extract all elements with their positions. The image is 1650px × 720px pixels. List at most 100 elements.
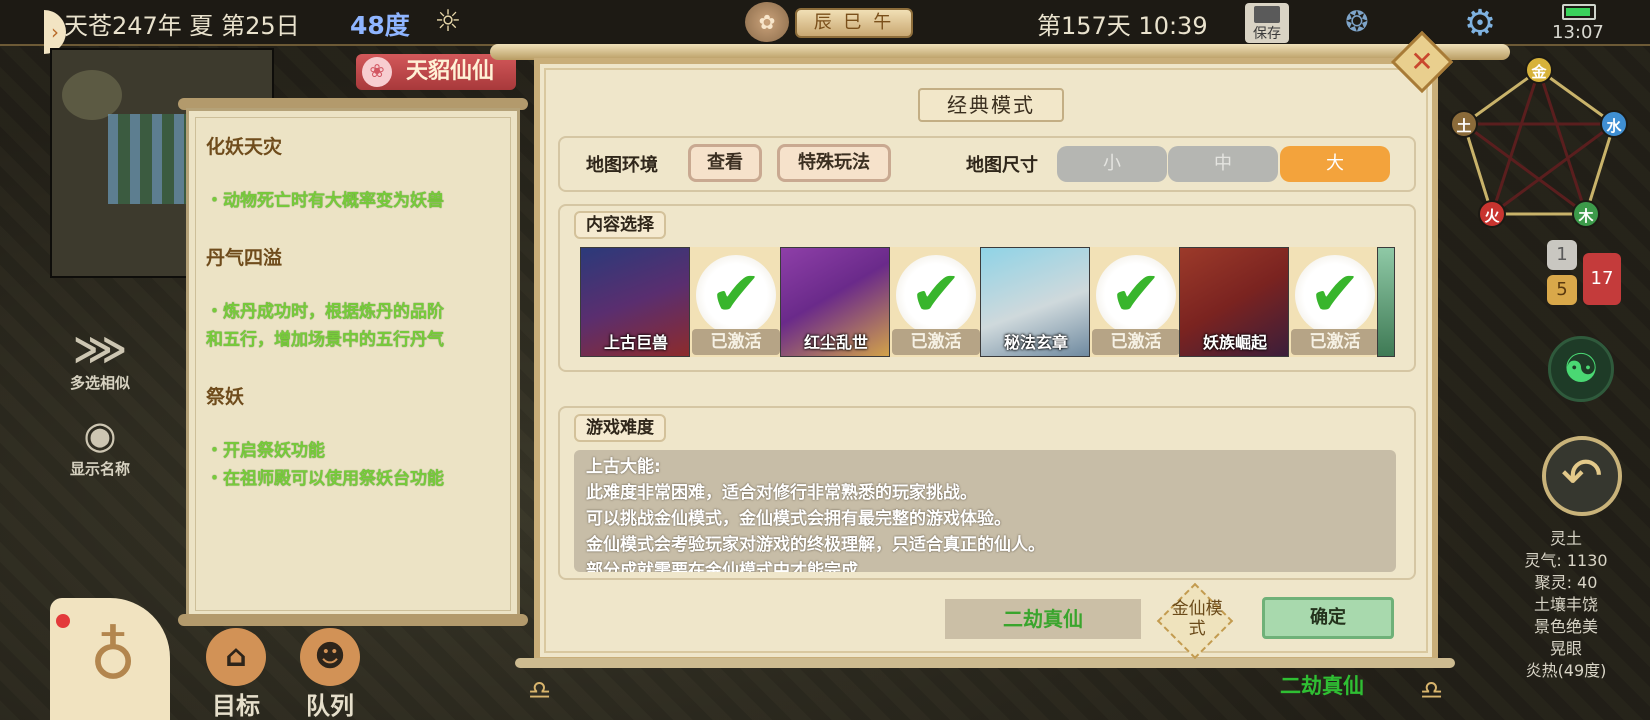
- size-small-button[interactable]: 小: [1057, 146, 1167, 182]
- multi-select-label: 多选相似: [69, 374, 130, 392]
- team-label: 队列: [306, 692, 354, 720]
- target-label: 目标: [212, 692, 260, 720]
- tile-heat: 炎热(49度): [1525, 661, 1607, 680]
- paw-icon: ❀: [362, 57, 392, 87]
- show-names-button[interactable]: ◉ 显示名称: [55, 412, 145, 479]
- gourd-icon: ♁: [89, 620, 137, 694]
- map-env-label: 地图环境: [586, 155, 658, 176]
- multi-select-button[interactable]: ⋙ 多选相似: [55, 326, 145, 393]
- five-elements-lines: [1459, 68, 1619, 218]
- content-card[interactable]: 红尘乱世 ✔ 已激活: [780, 247, 980, 359]
- size-large-button[interactable]: 大: [1280, 146, 1390, 182]
- demon-rise-art: 妖族崛起: [1179, 247, 1289, 357]
- confirm-button[interactable]: 确定: [1262, 597, 1394, 639]
- chat-count-red[interactable]: 17: [1583, 253, 1621, 305]
- hours-banner: 辰 巳 午: [795, 8, 913, 38]
- battery-icon: [1562, 4, 1596, 20]
- people-icon: ☻: [300, 628, 360, 686]
- size-medium-button[interactable]: 中: [1168, 146, 1278, 182]
- close-icon: ✕: [1410, 45, 1434, 78]
- day-time: 第157天 10:39: [1037, 12, 1208, 40]
- desc-line: 此难度非常困难，适合对修行非常熟悉的玩家挑战。: [586, 483, 977, 503]
- pet-name: 天貂仙仙: [406, 59, 495, 84]
- card-name: 妖族崛起: [1202, 333, 1267, 352]
- partial-card-art[interactable]: [1377, 247, 1395, 357]
- secret-art-art: 秘法玄章: [980, 247, 1090, 357]
- bell-icon: ♎: [528, 676, 552, 706]
- element-metal: 金: [1525, 56, 1553, 84]
- card-name: 红尘乱世: [803, 333, 868, 352]
- difficulty-select-button[interactable]: 二劫真仙: [945, 599, 1141, 639]
- save-label: 保存: [1253, 26, 1281, 42]
- tile-gather: 聚灵: 40: [1534, 573, 1598, 592]
- section-title: 丹气四溢: [206, 247, 283, 269]
- terrain-blob: [62, 70, 122, 120]
- hour-indicator: ✿ 辰 巳 午: [745, 2, 925, 42]
- tile-glare: 晃眼: [1549, 639, 1582, 658]
- house-icon: ⌂: [206, 628, 266, 686]
- return-arrow-icon[interactable]: ↶: [1542, 436, 1622, 516]
- element-earth: 土: [1450, 110, 1478, 138]
- dialog-title: 经典模式: [918, 88, 1064, 122]
- feature-scroll-panel: 化妖天灾 ・动物死亡时有大概率变为妖兽 丹气四溢 ・炼丹成功时，根据炼丹的品阶 …: [186, 108, 520, 620]
- lotus-icon: ✿: [745, 2, 789, 42]
- taiji-icon[interactable]: ☯: [1548, 336, 1614, 402]
- content-card[interactable]: 妖族崛起 ✔ 已激活: [1179, 247, 1379, 359]
- five-elements-wheel[interactable]: 金 水 木 火 土: [1446, 56, 1646, 236]
- desc-line: 可以挑战金仙模式，金仙模式会拥有最完整的游戏体验。: [586, 509, 1011, 529]
- card-status: 已激活: [1092, 329, 1180, 355]
- ancient-beast-art: 上古巨兽: [580, 247, 690, 357]
- team-button[interactable]: ☻ 队列: [292, 628, 368, 720]
- mortal-chaos-art: 红尘乱世: [780, 247, 890, 357]
- card-status: 已激活: [1291, 329, 1379, 355]
- eye-icon: ◉: [83, 413, 117, 457]
- element-fire: 火: [1478, 200, 1506, 228]
- jinxian-mode-label: 金仙模式: [1171, 598, 1223, 639]
- weather-sun-icon: ☼: [434, 4, 462, 39]
- show-names-label: 显示名称: [69, 460, 130, 478]
- game-date: 天苍247年 夏 第25日: [64, 12, 300, 40]
- scroll-rod-bottom: [178, 614, 528, 626]
- desc-line: 部分成就需要在金仙模式中才能完成: [586, 561, 858, 572]
- floppy-disk-icon: [1254, 6, 1280, 23]
- map-size-label: 地图尺寸: [966, 155, 1038, 176]
- special-play-button[interactable]: 特殊玩法: [777, 144, 891, 182]
- section-line: 和五行，增加场景中的五行丹气: [206, 330, 444, 350]
- save-button[interactable]: 保存: [1245, 3, 1289, 43]
- chat-count-yellow[interactable]: 5: [1547, 275, 1577, 305]
- section-line: ・炼丹成功时，根据炼丹的品阶: [206, 302, 444, 322]
- section-line: ・动物死亡时有大概率变为妖兽: [206, 191, 444, 211]
- gourd-panel[interactable]: ♁: [50, 598, 170, 720]
- section-line: ・在祖师殿可以使用祭妖台功能: [206, 469, 444, 489]
- checkmark-icon: ✔: [910, 257, 962, 330]
- gear-icon[interactable]: ⚙: [1460, 4, 1500, 44]
- temperature: 48度: [350, 11, 410, 40]
- current-difficulty: 二劫真仙: [1280, 674, 1364, 698]
- tile-qi: 灵气: 1130: [1524, 551, 1608, 570]
- element-wood: 木: [1572, 200, 1600, 228]
- tile-info-panel: 灵土 灵气: 1130 聚灵: 40 土壤丰饶 景色绝美 晃眼 炎热(49度): [1482, 528, 1650, 682]
- difficulty-description[interactable]: 上古大能: 此难度非常困难，适合对修行非常熟悉的玩家挑战。 可以挑战金仙模式，金…: [574, 450, 1396, 572]
- card-name: 上古巨兽: [603, 333, 668, 352]
- tile-soil: 土壤丰饶: [1533, 595, 1598, 614]
- target-button[interactable]: ⌂ 目标: [198, 628, 274, 720]
- chat-count-gray[interactable]: 1: [1547, 240, 1577, 270]
- dialog-rod-bottom: [515, 658, 1455, 668]
- notification-dot: [56, 614, 70, 628]
- card-status: 已激活: [692, 329, 780, 355]
- guardian-beast-icon[interactable]: ❂: [1318, 2, 1396, 42]
- element-water: 水: [1600, 110, 1628, 138]
- card-name: 秘法玄章: [1003, 333, 1068, 352]
- view-button[interactable]: 查看: [688, 144, 762, 182]
- content-card[interactable]: 秘法玄章 ✔ 已激活: [980, 247, 1180, 359]
- difficulty-label: 游戏难度: [574, 414, 666, 442]
- section-title: 祭妖: [206, 386, 245, 408]
- top-bar: 天苍247年 夏 第25日 48度 ☼ ✿ 辰 巳 午 第157天 10:39 …: [0, 0, 1650, 46]
- tile-type: 灵土: [1549, 529, 1582, 548]
- checkmark-icon: ✔: [1309, 257, 1361, 330]
- desc-line: 金仙模式会考验玩家对游戏的终极理解，只适合真正的仙人。: [586, 535, 1045, 555]
- card-status: 已激活: [892, 329, 980, 355]
- system-clock: 13:07: [1552, 22, 1604, 43]
- pet-name-tag[interactable]: ❀ 天貂仙仙: [356, 54, 516, 90]
- content-card[interactable]: 上古巨兽 ✔ 已激活: [580, 247, 780, 359]
